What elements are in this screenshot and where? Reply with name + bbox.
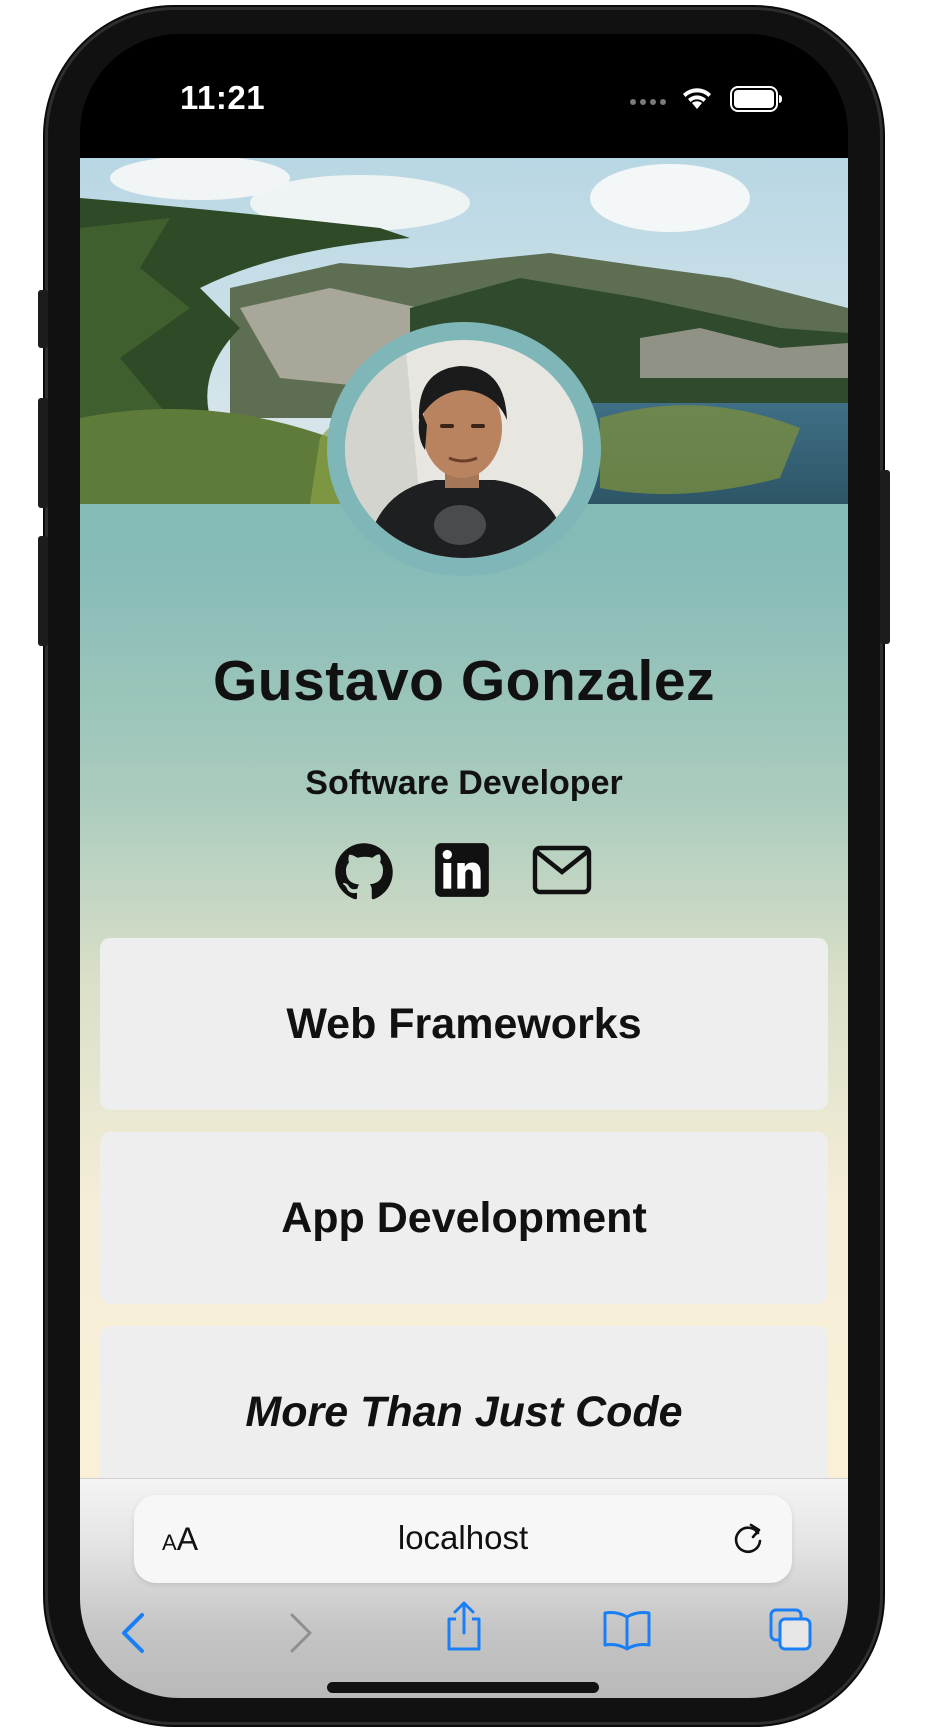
url-text[interactable]: localhost [134,1519,792,1557]
profile-photo [345,340,583,558]
profile-title: Software Developer [305,764,623,802]
share-icon[interactable] [444,1599,484,1653]
status-time: 11:21 [180,79,266,116]
avatar [327,322,601,576]
reload-icon[interactable] [732,1521,766,1557]
github-icon[interactable] [334,842,394,902]
back-icon[interactable] [118,1611,148,1655]
wifi-icon [683,88,711,109]
card-more-than-just-code[interactable]: More Than Just Code [100,1326,828,1478]
profile-page[interactable]: Gustavo Gonzalez Software Developer Web … [80,158,848,1478]
address-bar[interactable]: AA localhost [134,1495,792,1583]
social-links [80,842,848,904]
card-web-frameworks[interactable]: Web Frameworks [100,938,828,1110]
mail-icon[interactable] [532,842,592,898]
volume-up-button [38,398,48,508]
volume-down-button [38,536,48,646]
status-bar: 11:21 [80,34,848,158]
power-button [880,470,890,644]
tabs-icon[interactable] [768,1607,814,1653]
phone-screen: 11:21 Gustavo Gonzalez Software Develope… [80,34,848,1698]
cellular-dots-icon [630,99,666,105]
safari-toolbar: AA localhost [80,1478,848,1698]
bookmarks-icon[interactable] [602,1609,652,1651]
card-app-development[interactable]: App Development [100,1132,828,1304]
action-button [38,290,48,348]
home-indicator[interactable] [327,1682,599,1693]
forward-icon[interactable] [286,1611,316,1655]
browser-toolbar [80,1599,848,1669]
battery-icon [730,86,782,112]
profile-name: Gustavo Gonzalez [212,649,716,713]
linkedin-icon[interactable] [434,842,490,898]
